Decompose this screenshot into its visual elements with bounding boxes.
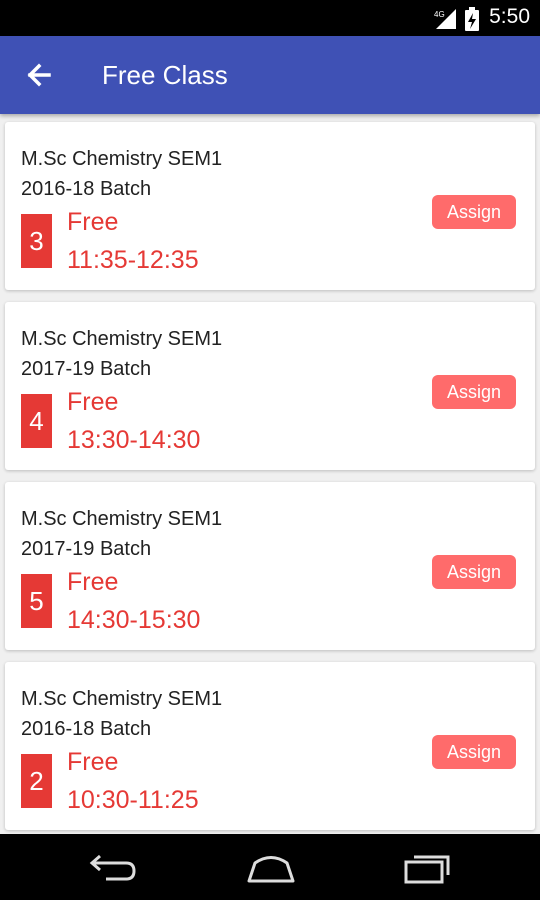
batch-name: 2016-18 Batch	[21, 718, 152, 740]
free-class-card[interactable]: M.Sc Chemistry SEM1 2017-19 Batch 5 Free…	[5, 482, 535, 650]
assign-button[interactable]: Assign	[432, 555, 516, 589]
status-bar: 4G 5:50	[0, 0, 540, 36]
status-label: Free	[67, 748, 119, 776]
assign-button[interactable]: Assign	[432, 195, 516, 229]
assign-button[interactable]: Assign	[432, 735, 516, 769]
time-range: 11:35-12:35	[67, 246, 199, 274]
navigation-bar	[0, 834, 540, 900]
recents-icon[interactable]	[402, 850, 456, 884]
app-bar: Free Class	[0, 36, 540, 114]
svg-text:4G: 4G	[434, 10, 445, 19]
assign-button[interactable]: Assign	[432, 375, 516, 409]
period-badge: 3	[21, 214, 52, 268]
batch-name: 2017-19 Batch	[21, 538, 152, 560]
time-range: 14:30-15:30	[67, 606, 201, 634]
free-class-card[interactable]: M.Sc Chemistry SEM1 2017-19 Batch 4 Free…	[5, 302, 535, 470]
course-name: M.Sc Chemistry SEM1	[21, 688, 223, 710]
batch-name: 2017-19 Batch	[21, 358, 152, 380]
back-icon[interactable]	[86, 850, 140, 884]
period-badge: 5	[21, 574, 52, 628]
status-label: Free	[67, 568, 119, 596]
page-title: Free Class	[102, 60, 228, 90]
home-icon[interactable]	[241, 850, 301, 884]
status-label: Free	[67, 208, 119, 236]
batch-name: 2016-18 Batch	[21, 178, 152, 200]
arrow-left-icon[interactable]	[22, 58, 58, 92]
battery-icon	[465, 7, 479, 31]
course-name: M.Sc Chemistry SEM1	[21, 328, 223, 350]
time-range: 10:30-11:25	[67, 786, 199, 814]
status-time: 5:50	[489, 5, 530, 28]
status-label: Free	[67, 388, 119, 416]
period-badge: 2	[21, 754, 52, 808]
free-class-card[interactable]: M.Sc Chemistry SEM1 2016-18 Batch 2 Free…	[5, 662, 535, 830]
period-badge: 4	[21, 394, 52, 448]
free-class-card[interactable]: M.Sc Chemistry SEM1 2016-18 Batch 3 Free…	[5, 122, 535, 290]
free-class-list[interactable]: M.Sc Chemistry SEM1 2016-18 Batch 3 Free…	[0, 114, 540, 834]
course-name: M.Sc Chemistry SEM1	[21, 148, 223, 170]
course-name: M.Sc Chemistry SEM1	[21, 508, 223, 530]
time-range: 13:30-14:30	[67, 426, 201, 454]
signal-4g-icon: 4G	[434, 9, 456, 29]
